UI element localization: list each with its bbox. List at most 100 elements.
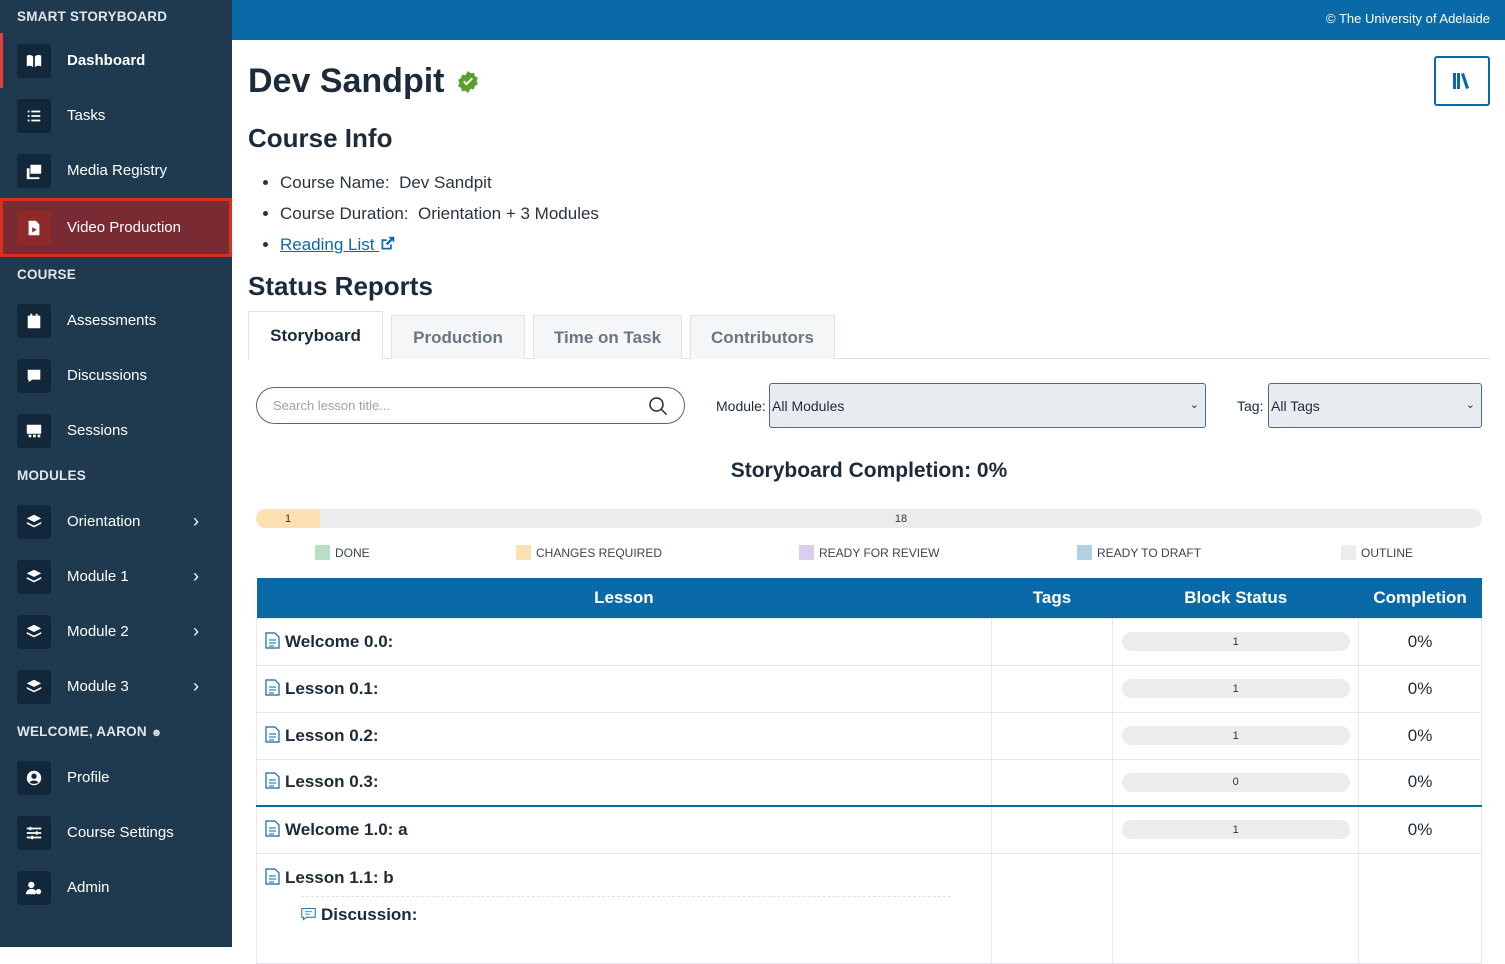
- table-row[interactable]: Welcome 0.0: 1 0%: [256, 617, 1482, 666]
- tags-cell: [990, 758, 1114, 807]
- completion-cell: 0%: [1358, 664, 1482, 713]
- sidebar-item-module-3[interactable]: Module 3 ›: [0, 659, 232, 714]
- sidebar-item-label: Discussions: [67, 367, 148, 384]
- sidebar-item-admin[interactable]: Admin: [0, 860, 232, 915]
- sidebar-item-video-production[interactable]: Video Production: [0, 198, 232, 257]
- sidebar-item-media-registry[interactable]: Media Registry: [0, 143, 232, 198]
- verified-badge-icon: [458, 70, 479, 93]
- sidebar-section-modules: MODULES: [17, 468, 86, 483]
- chevron-down-icon: ⌄: [1465, 399, 1475, 411]
- module-select[interactable]: All Modules ⌄: [769, 383, 1206, 428]
- reading-list-label: Reading List: [280, 235, 375, 254]
- brand-title: SMART STORYBOARD: [17, 9, 168, 24]
- block-status-bar: 1: [1121, 726, 1350, 745]
- completion-cell: 0%: [1358, 758, 1482, 807]
- block-status-bar: 0: [1121, 772, 1350, 792]
- sub-item-discussion[interactable]: Discussion:: [301, 895, 951, 925]
- tag-select[interactable]: All Tags ⌄: [1268, 383, 1482, 428]
- reading-list-link[interactable]: Reading List: [280, 235, 396, 254]
- sidebar-item-discussions[interactable]: Discussions: [0, 348, 232, 403]
- lesson-cell[interactable]: Welcome 0.0:: [256, 617, 992, 666]
- tag-select-value: All Tags: [1271, 398, 1320, 414]
- sidebar-item-label: Admin: [67, 879, 110, 896]
- sidebar-item-module-1[interactable]: Module 1 ›: [0, 549, 232, 604]
- table-row[interactable]: Lesson 0.2: 1 0%: [256, 711, 1482, 760]
- task-list-icon: [17, 98, 51, 133]
- table-row[interactable]: Welcome 1.0: a 1 0%: [256, 805, 1482, 854]
- tags-cell: [990, 805, 1114, 854]
- video-file-icon: [17, 210, 51, 245]
- chat-icon: [301, 908, 316, 921]
- chevron-right-icon[interactable]: ›: [193, 621, 207, 642]
- sidebar-item-label: Media Registry: [67, 162, 168, 179]
- block-status-cell: 1: [1112, 805, 1360, 854]
- sidebar-item-assessments[interactable]: Assessments: [0, 293, 232, 348]
- welcome-label: WELCOME, AARON: [17, 724, 147, 739]
- document-icon: [265, 678, 280, 696]
- completion-cell: 0%: [1358, 617, 1482, 666]
- column-header-tags[interactable]: Tags: [991, 578, 1113, 618]
- legend-item-ready-to-draft: READY TO DRAFT: [1077, 545, 1201, 560]
- legend-item-changes-required: CHANGES REQUIRED: [516, 545, 662, 560]
- lesson-cell[interactable]: Lesson 0.2:: [256, 711, 992, 760]
- column-header-block-status[interactable]: Block Status: [1112, 578, 1359, 618]
- block-status-cell: 0: [1112, 758, 1360, 807]
- top-bar: © The University of Adelaide: [232, 0, 1505, 40]
- legend-item-outline: OUTLINE: [1341, 545, 1413, 560]
- tab-storyboard[interactable]: Storyboard: [248, 311, 383, 360]
- media-icon: [17, 153, 51, 188]
- sidebar-item-label: Course Settings: [67, 824, 174, 841]
- tab-contributors[interactable]: Contributors: [690, 315, 835, 359]
- column-header-lesson[interactable]: Lesson: [256, 578, 992, 618]
- sidebar-item-orientation[interactable]: Orientation ›: [0, 494, 232, 549]
- smile-icon: ☻: [150, 727, 163, 739]
- sidebar-item-course-settings[interactable]: Course Settings: [0, 805, 232, 860]
- sidebar: SMART STORYBOARD Dashboard Tasks Media R…: [0, 0, 232, 947]
- lesson-cell[interactable]: Welcome 1.0: a: [256, 805, 992, 854]
- document-icon: [265, 725, 280, 743]
- legend-swatch: [1077, 545, 1092, 560]
- block-status-bar: 1: [1121, 820, 1350, 840]
- sidebar-item-profile[interactable]: Profile: [0, 750, 232, 805]
- tags-cell: [990, 711, 1114, 760]
- chevron-right-icon[interactable]: ›: [193, 676, 207, 697]
- sidebar-section-welcome: WELCOME, AARON ☻: [0, 714, 232, 750]
- search-input[interactable]: Search lesson title...: [256, 387, 685, 424]
- status-legend: DONE CHANGES REQUIRED READY FOR REVIEW R…: [256, 545, 1482, 561]
- column-header-completion[interactable]: Completion: [1358, 578, 1482, 618]
- sidebar-item-label: Dashboard: [67, 52, 146, 69]
- tab-time-on-task[interactable]: Time on Task: [533, 315, 682, 359]
- table-row[interactable]: Lesson 0.1: 1 0%: [256, 664, 1482, 713]
- legend-label: OUTLINE: [1361, 545, 1414, 560]
- lesson-cell[interactable]: Lesson 0.3:: [256, 758, 992, 807]
- lesson-cell[interactable]: Lesson 0.1:: [256, 664, 992, 713]
- outline-count: 18: [894, 512, 908, 525]
- legend-swatch: [1341, 545, 1356, 560]
- sidebar-item-module-2[interactable]: Module 2 ›: [0, 604, 232, 659]
- library-button[interactable]: [1434, 56, 1490, 106]
- sidebar-item-dashboard[interactable]: Dashboard: [0, 33, 232, 88]
- sidebar-item-sessions[interactable]: Sessions: [0, 403, 232, 458]
- tab-production[interactable]: Production: [391, 315, 525, 359]
- sidebar-item-label: Profile: [67, 769, 110, 786]
- sidebar-item-label: Sessions: [67, 422, 128, 439]
- sidebar-item-label: Assessments: [67, 312, 157, 329]
- legend-item-done: DONE: [315, 545, 370, 560]
- table-row[interactable]: Lesson 0.3: 0 0%: [256, 758, 1482, 807]
- status-reports-heading: Status Reports: [248, 271, 433, 301]
- chevron-right-icon[interactable]: ›: [193, 566, 207, 587]
- layers-icon: [17, 504, 51, 539]
- external-link-icon: [381, 236, 395, 250]
- copyright-text: © The University of Adelaide: [1326, 11, 1490, 26]
- sidebar-item-tasks[interactable]: Tasks: [0, 88, 232, 143]
- completion-cell: 0%: [1358, 805, 1482, 854]
- chevron-right-icon[interactable]: ›: [193, 511, 207, 532]
- search-icon[interactable]: [648, 396, 668, 416]
- sidebar-item-label: Orientation: [67, 513, 141, 530]
- document-icon: [265, 631, 280, 649]
- user-circle-icon: [17, 760, 51, 795]
- legend-swatch: [516, 545, 531, 560]
- chevron-down-icon: ⌄: [1189, 399, 1199, 411]
- table-header-row: Lesson Tags Block Status Completion: [256, 578, 1482, 618]
- lesson-title: Welcome 1.0: a: [285, 819, 408, 839]
